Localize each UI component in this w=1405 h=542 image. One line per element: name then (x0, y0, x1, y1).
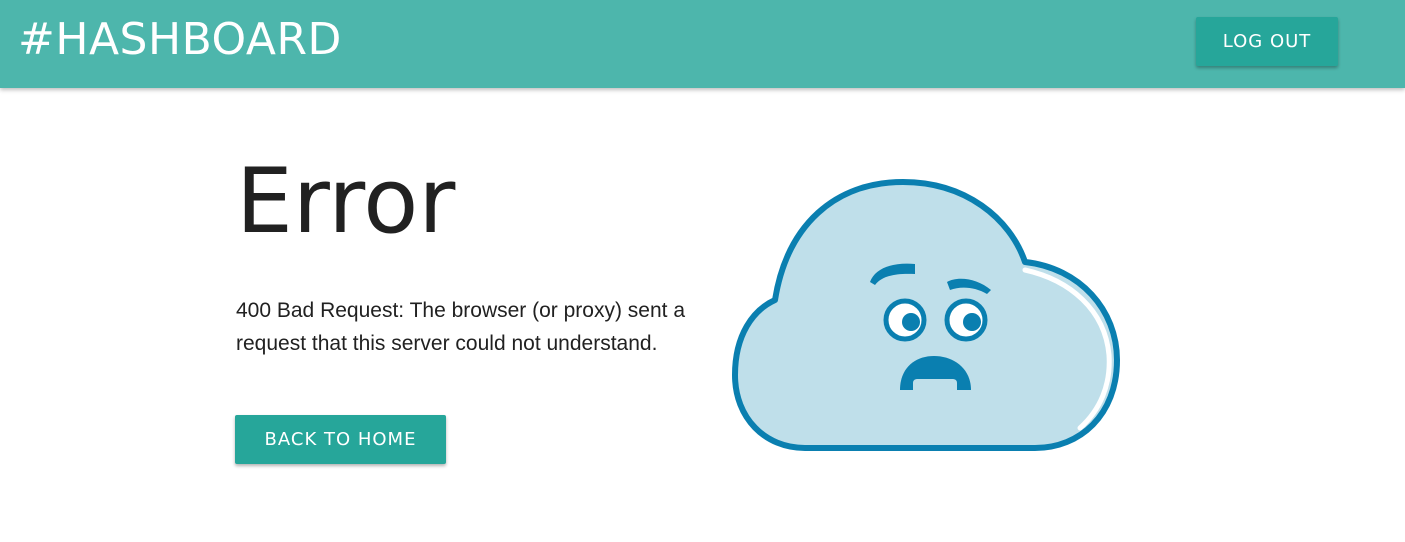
sad-cloud-icon (732, 179, 1120, 451)
back-to-home-button[interactable]: BACK TO HOME (235, 415, 446, 464)
brand-logo[interactable]: #HASHBOARD (18, 14, 342, 66)
error-message: 400 Bad Request: The browser (or proxy) … (236, 299, 686, 355)
logout-button[interactable]: LOG OUT (1196, 17, 1338, 66)
top-navbar: #HASHBOARD LOG OUT (0, 0, 1405, 88)
error-title: Error (236, 149, 456, 254)
